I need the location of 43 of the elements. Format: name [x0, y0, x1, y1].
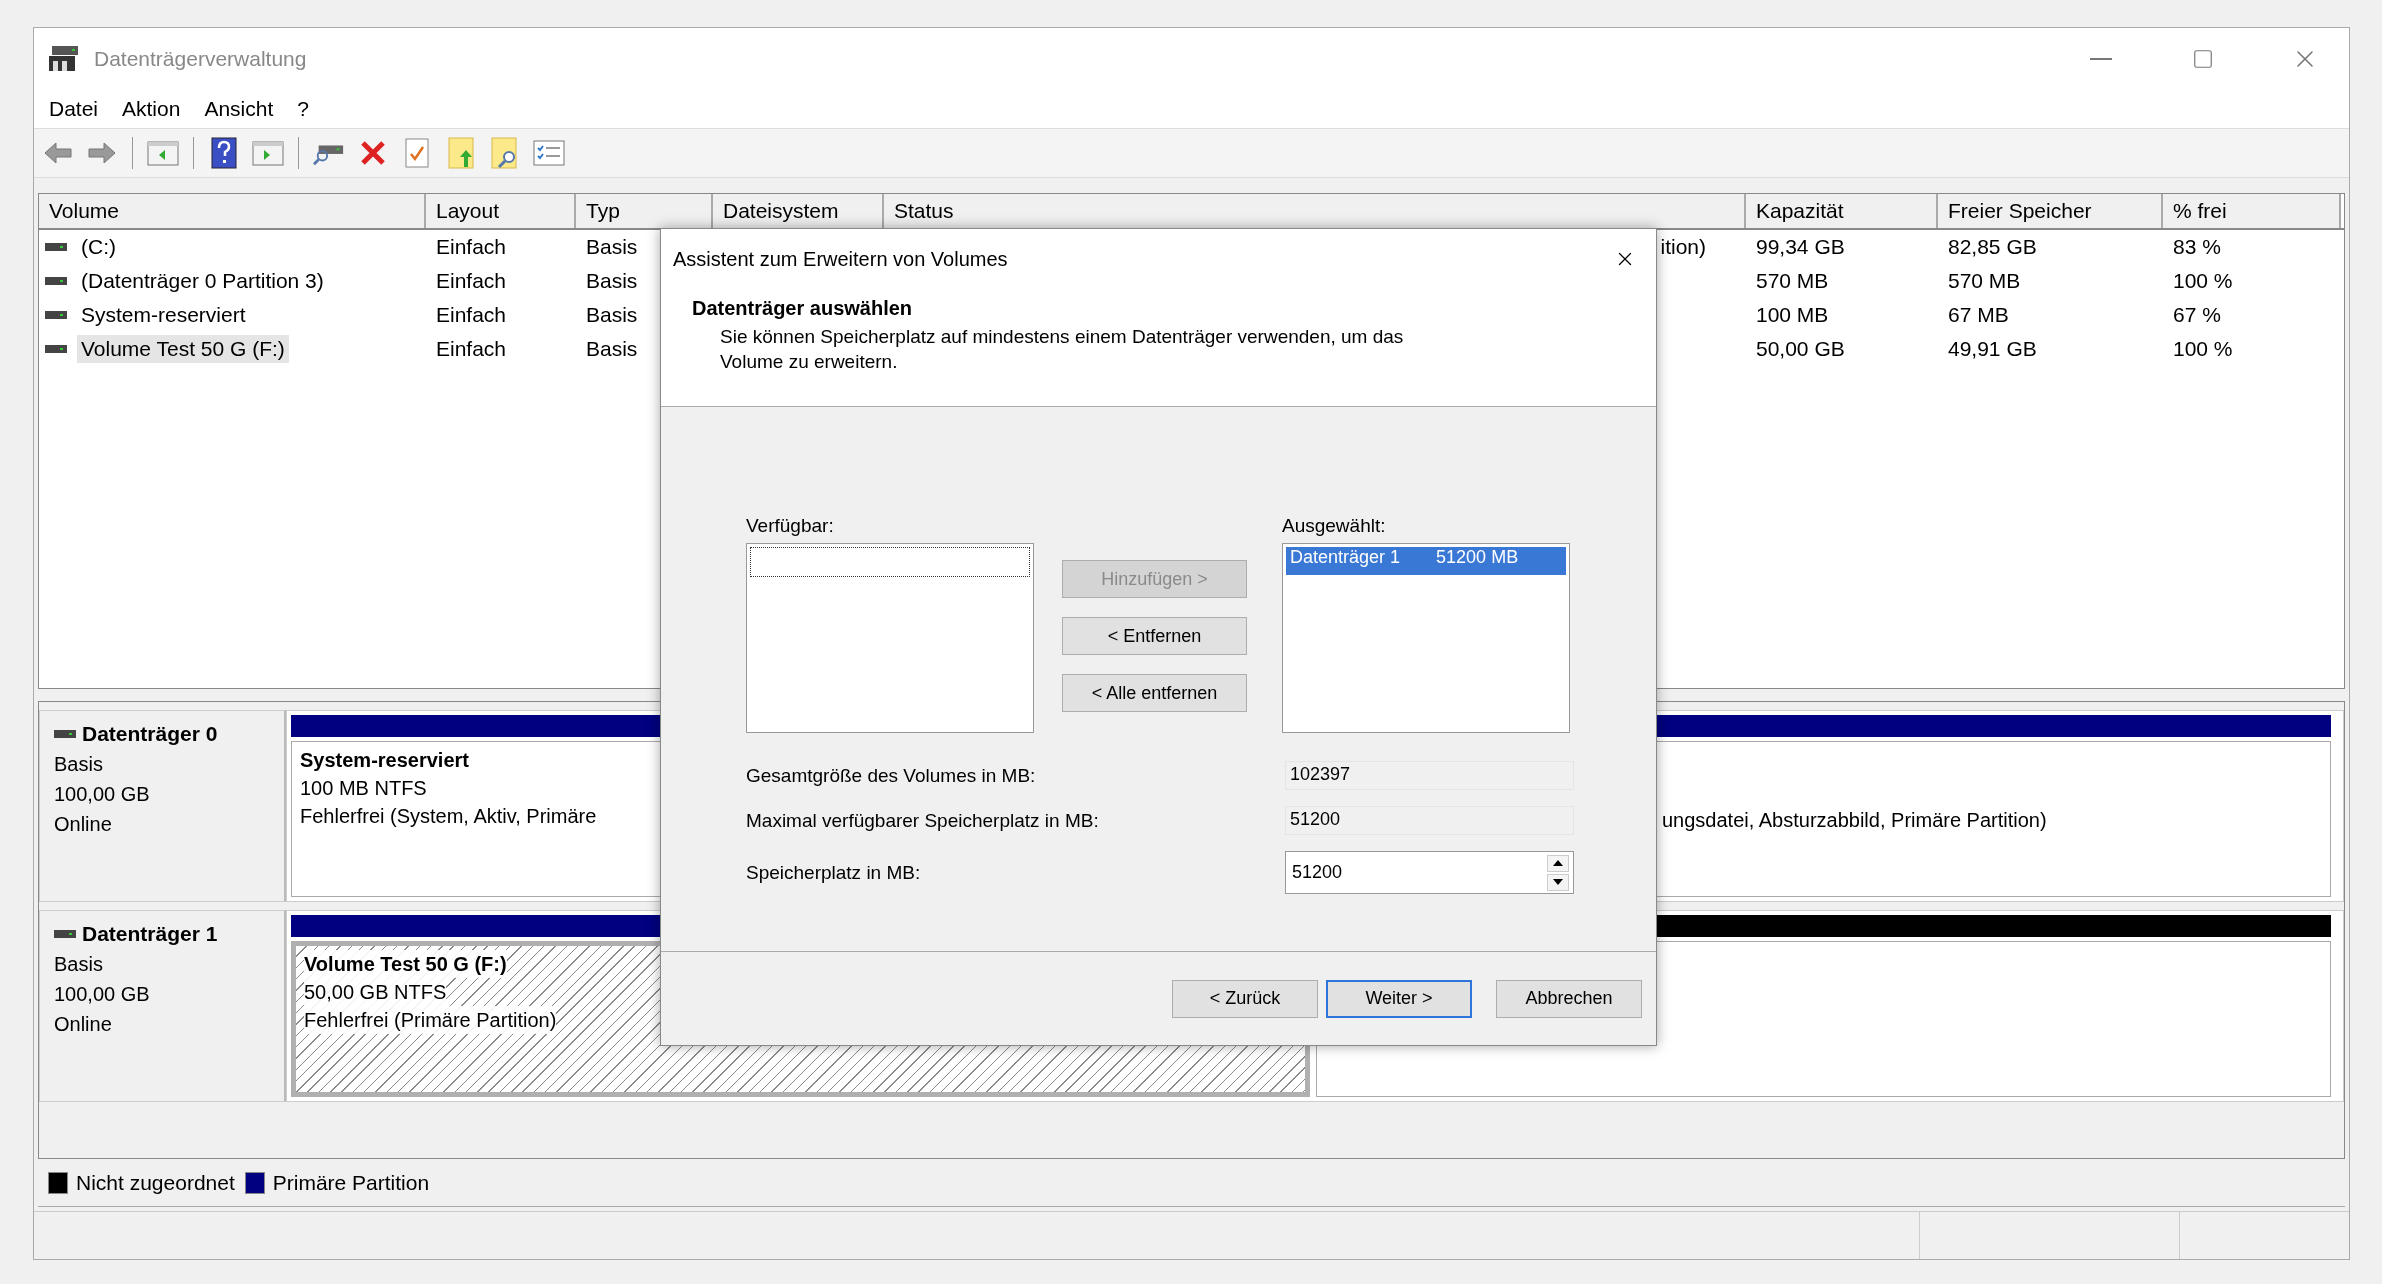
- list-label: Ausgewählt:: [1282, 515, 1387, 537]
- table-cell-text: 100 %: [2172, 268, 2234, 293]
- partition-status: Fehlerfrei (Primäre Partition): [304, 1005, 557, 1034]
- disk-size: 100,00 GB: [54, 981, 151, 1007]
- table-cell-text: 570 MB: [1947, 268, 2022, 293]
- table-cell-text: 99,34 GB: [1755, 234, 1846, 259]
- field-label: Gesamtgröße des Volumes in MB:: [746, 764, 1037, 787]
- table-cell-text: Basis: [585, 268, 639, 293]
- readonly-field: 51200: [1285, 806, 1574, 835]
- table-cell-text: 67 %: [2172, 302, 2222, 327]
- table-cell-text: Einfach: [435, 302, 508, 327]
- step-description: Sie können Speicherplatz auf mindestens einem Datenträger verwenden, um das Volume zu erweitern.: [720, 325, 1405, 374]
- disk-name: Datenträger 1: [82, 920, 218, 947]
- legend-label: Primäre Partition: [272, 1170, 430, 1195]
- table-cell-text: Basis: [585, 336, 639, 361]
- disk-state: Online: [54, 1011, 113, 1037]
- table-cell-text: 67 MB: [1947, 302, 2010, 327]
- table-cell-text: Einfach: [435, 234, 508, 259]
- field-label: Speicherplatz in MB:: [746, 861, 922, 884]
- table-cell-text: 100 %: [2172, 336, 2234, 361]
- list-label: Verfügbar:: [746, 515, 835, 537]
- table-cell-text: 82,85 GB: [1947, 234, 2038, 259]
- table-cell-text: ition): [1659, 234, 1707, 259]
- disk-state: Online: [54, 811, 113, 837]
- table-cell-text: 49,91 GB: [1947, 336, 2038, 361]
- partition-size: 50,00 GB NTFS: [304, 977, 447, 1006]
- dialog-title: Assistent zum Erweitern von Volumes: [673, 247, 1008, 271]
- disk-name: Datenträger 0: [82, 720, 218, 747]
- table-cell-text: 100 MB: [1755, 302, 1830, 327]
- disk-type: Basis: [54, 751, 104, 777]
- table-cell-text: 83 %: [2172, 234, 2222, 259]
- legend-label: Nicht zugeordnet: [76, 1170, 235, 1195]
- partition-title: Volume Test 50 G (F:): [304, 949, 507, 978]
- field-label: Maximal verfügbarer Speicherplatz in MB:: [746, 809, 1100, 832]
- window-title: Datenträgerverwaltung: [94, 47, 308, 71]
- readonly-field: 102397: [1285, 761, 1574, 790]
- disk-size: 100,00 GB: [54, 781, 151, 807]
- table-cell-text: Einfach: [435, 336, 508, 361]
- table-cell-text: 570 MB: [1755, 268, 1830, 293]
- table-cell-text: 50,00 GB: [1755, 336, 1846, 361]
- table-cell-text: Einfach: [435, 268, 508, 293]
- disk-type: Basis: [54, 951, 104, 977]
- step-heading: Datenträger auswählen: [692, 297, 914, 320]
